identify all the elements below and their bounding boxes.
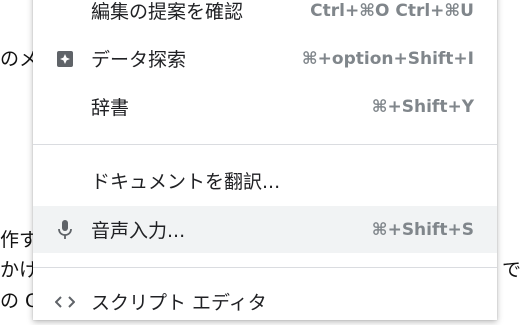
menu-item-review-suggested-edits[interactable]: 編集の提案を確認 Ctrl+⌘O Ctrl+⌘U xyxy=(33,0,497,34)
menu-item-shortcut: ⌘+option+Shift+I xyxy=(301,48,474,69)
explore-sparkle-icon xyxy=(54,48,76,70)
menu-item-shortcut: ⌘+Shift+S xyxy=(371,219,474,240)
menu-item-dictionary[interactable]: 辞書 ⌘+Shift+Y xyxy=(33,83,497,130)
menu-item-label: ドキュメントを翻訳... xyxy=(91,171,281,193)
menu-item-shortcut: ⌘+Shift+Y xyxy=(371,96,474,117)
menu-item-translate-document[interactable]: ドキュメントを翻訳... xyxy=(33,157,497,204)
menu-item-label: スクリプト エディタ xyxy=(91,292,267,314)
menu-item-label: 編集の提案を確認 xyxy=(91,1,244,23)
menu-item-explore[interactable]: データ探索 ⌘+option+Shift+I xyxy=(33,35,497,82)
menu-item-voice-typing[interactable]: 音声入力... ⌘+Shift+S xyxy=(33,206,497,253)
menu-separator xyxy=(33,144,497,145)
menu-separator xyxy=(33,267,497,268)
menu-item-shortcut: Ctrl+⌘O Ctrl+⌘U xyxy=(310,0,474,21)
tools-context-menu: 編集の提案を確認 Ctrl+⌘O Ctrl+⌘U データ探索 ⌘+option+… xyxy=(33,0,497,320)
menu-item-label: 辞書 xyxy=(91,97,130,119)
code-icon xyxy=(54,291,76,313)
menu-item-script-editor[interactable]: スクリプト エディタ xyxy=(33,278,497,325)
document-text: で xyxy=(502,259,520,281)
menu-item-label: データ探索 xyxy=(91,49,187,71)
menu-item-label: 音声入力... xyxy=(91,220,186,242)
microphone-icon xyxy=(54,219,76,241)
